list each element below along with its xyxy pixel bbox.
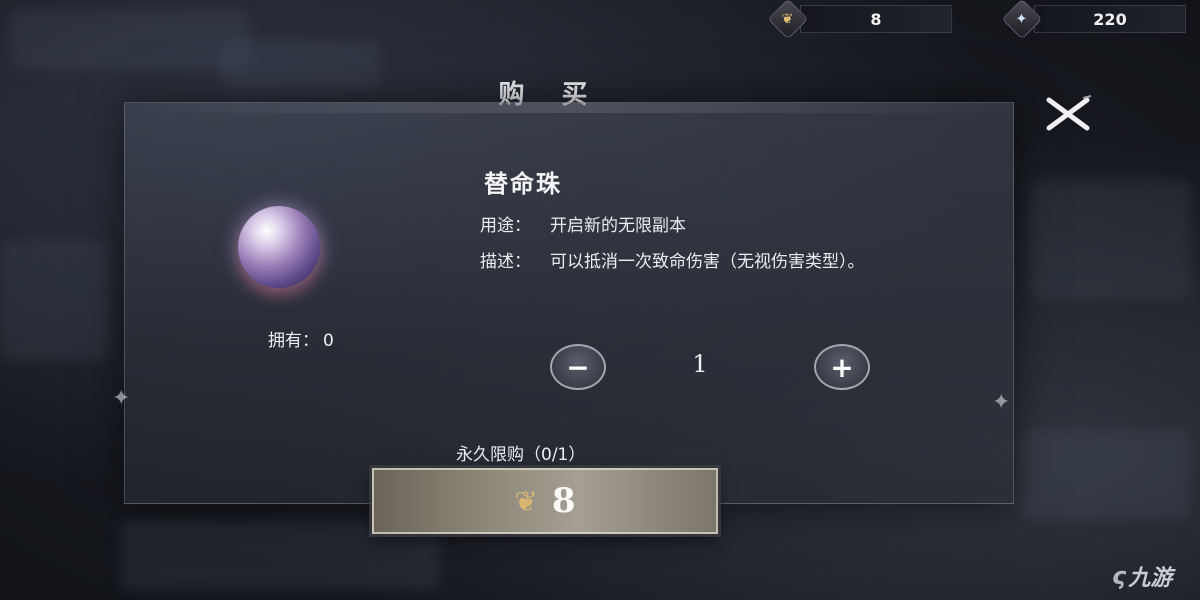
quantity-value: 1: [692, 350, 708, 378]
background-panel: [1030, 180, 1190, 300]
sparkle-decoration: ✦: [992, 390, 1011, 415]
owned-label: 拥有：: [268, 331, 319, 351]
watermark-logo: ς 九游: [1112, 560, 1172, 592]
owned-value: 0: [323, 331, 334, 351]
usage-label: 用途：: [480, 216, 531, 236]
close-icon: [1046, 95, 1092, 131]
background-panel: [10, 10, 250, 70]
gold-amount: 8: [800, 5, 952, 33]
price-value: 8: [551, 481, 576, 521]
increase-quantity-button[interactable]: +: [814, 344, 870, 390]
item-name: 替命珠: [484, 170, 562, 198]
description-text: 可以抵消一次致命伤害（无视伤害类型）。: [550, 252, 865, 272]
buy-button[interactable]: ❦ 8: [372, 468, 718, 534]
decrease-quantity-button[interactable]: −: [550, 344, 606, 390]
usage-text: 开启新的无限副本: [550, 216, 686, 236]
crystal-currency: ✦ 220: [1001, 0, 1186, 40]
purchase-limit-text: 永久限购（0/1）: [456, 445, 586, 465]
description-label: 描述：: [480, 252, 531, 272]
crystal-amount: 220: [1034, 5, 1186, 33]
owned-count: 拥有： 0: [268, 326, 334, 351]
background-panel: [1020, 430, 1190, 520]
description-row: 描述： 可以抵消一次致命伤害（无视伤害类型）。: [480, 248, 930, 276]
logo-mark-icon: ς: [1112, 562, 1127, 590]
gold-currency: ❦ 8: [767, 0, 952, 40]
item-orb-image: [238, 206, 320, 288]
sparkle-decoration: ✦: [112, 386, 131, 411]
background-panel: [0, 240, 110, 360]
watermark-text: 九游: [1128, 566, 1173, 591]
leaf-icon: ❦: [514, 484, 538, 518]
close-button[interactable]: [1040, 92, 1096, 136]
usage-row: 用途： 开启新的无限副本: [480, 212, 930, 240]
